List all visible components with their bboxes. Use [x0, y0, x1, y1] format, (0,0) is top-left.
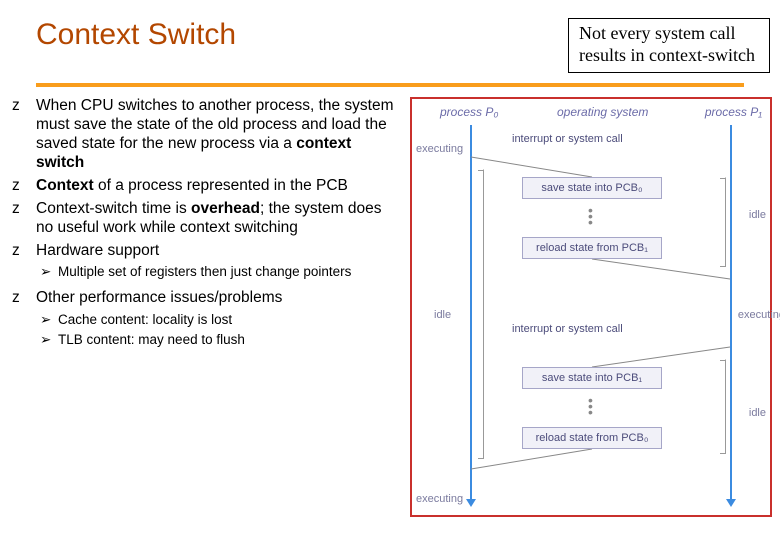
- bullet-item: z Context of a process represented in th…: [10, 177, 402, 196]
- diagram-state-idle: idle: [749, 209, 766, 221]
- note-line-2: results in context-switch: [579, 45, 759, 67]
- bullet-text: Other performance issues/problems: [36, 289, 402, 308]
- sub-text: Multiple set of registers then just chan…: [58, 264, 351, 281]
- diagram-header-p1: process P₁: [705, 105, 762, 119]
- bullet-marker: z: [10, 289, 36, 308]
- diagram-box-save-pcb0: save state into PCB₀: [522, 177, 662, 199]
- text-bold: overhead: [191, 200, 260, 217]
- bullet-item: z Context-switch time is overhead; the s…: [10, 200, 402, 238]
- note-line-1: Not every system call: [579, 23, 759, 45]
- arrowhead-icon: [726, 499, 736, 507]
- diagram-box-reload-pcb0: reload state from PCB₀: [522, 427, 662, 449]
- text-run: of a process represented in the PCB: [94, 177, 348, 194]
- sub-item: ➢ TLB content: may need to flush: [40, 332, 402, 349]
- text-bold: Context: [36, 177, 94, 194]
- bullet-text: Context of a process represented in the …: [36, 177, 402, 196]
- diagram-box-save-pcb1: save state into PCB₁: [522, 367, 662, 389]
- bullet-item: z When CPU switches to another process, …: [10, 97, 402, 173]
- bullet-list: z When CPU switches to another process, …: [10, 97, 402, 517]
- sub-text: TLB content: may need to flush: [58, 332, 245, 349]
- diagram-box-reload-pcb1: reload state from PCB₁: [522, 237, 662, 259]
- brace-icon: [476, 169, 484, 459]
- context-switch-diagram: process P₀ operating system process P₁ i…: [410, 97, 772, 517]
- sub-list: ➢ Multiple set of registers then just ch…: [10, 264, 402, 281]
- diagram-state-executing: executing: [416, 493, 463, 505]
- bullet-marker: z: [10, 97, 36, 173]
- diagram-label-interrupt: interrupt or system call: [512, 133, 623, 145]
- timeline-p0: [470, 125, 472, 505]
- arrowhead-icon: [466, 499, 476, 507]
- connector-lines: [412, 99, 770, 515]
- sub-marker: ➢: [40, 332, 58, 349]
- diagram-header-os: operating system: [557, 105, 648, 119]
- text-run: Context-switch time is: [36, 200, 191, 217]
- bullet-text: Context-switch time is overhead; the sys…: [36, 200, 402, 238]
- diagram-header-p0: process P₀: [440, 105, 498, 119]
- sub-item: ➢ Multiple set of registers then just ch…: [40, 264, 402, 281]
- bullet-text: When CPU switches to another process, th…: [36, 97, 402, 173]
- brace-icon: [718, 359, 726, 454]
- sub-marker: ➢: [40, 264, 58, 281]
- dots-icon: •••: [588, 397, 593, 415]
- brace-icon: [718, 177, 726, 267]
- bullet-marker: z: [10, 200, 36, 238]
- bullet-text: Hardware support: [36, 242, 402, 261]
- callout-note: Not every system call results in context…: [568, 18, 770, 73]
- diagram-state-executing: executing: [416, 143, 463, 155]
- sub-item: ➢ Cache content: locality is lost: [40, 312, 402, 329]
- bullet-marker: z: [10, 177, 36, 196]
- sub-text: Cache content: locality is lost: [58, 312, 232, 329]
- diagram-state-idle: idle: [434, 309, 451, 321]
- sub-marker: ➢: [40, 312, 58, 329]
- dots-icon: •••: [588, 207, 593, 225]
- bullet-item: z Other performance issues/problems: [10, 289, 402, 308]
- bullet-item: z Hardware support: [10, 242, 402, 261]
- slide-title: Context Switch: [36, 18, 236, 52]
- sub-list: ➢ Cache content: locality is lost ➢ TLB …: [10, 312, 402, 349]
- diagram-state-executing: executing: [738, 309, 780, 321]
- diagram-state-idle: idle: [749, 407, 766, 419]
- timeline-p1: [730, 125, 732, 505]
- diagram-label-interrupt: interrupt or system call: [512, 323, 623, 335]
- bullet-marker: z: [10, 242, 36, 261]
